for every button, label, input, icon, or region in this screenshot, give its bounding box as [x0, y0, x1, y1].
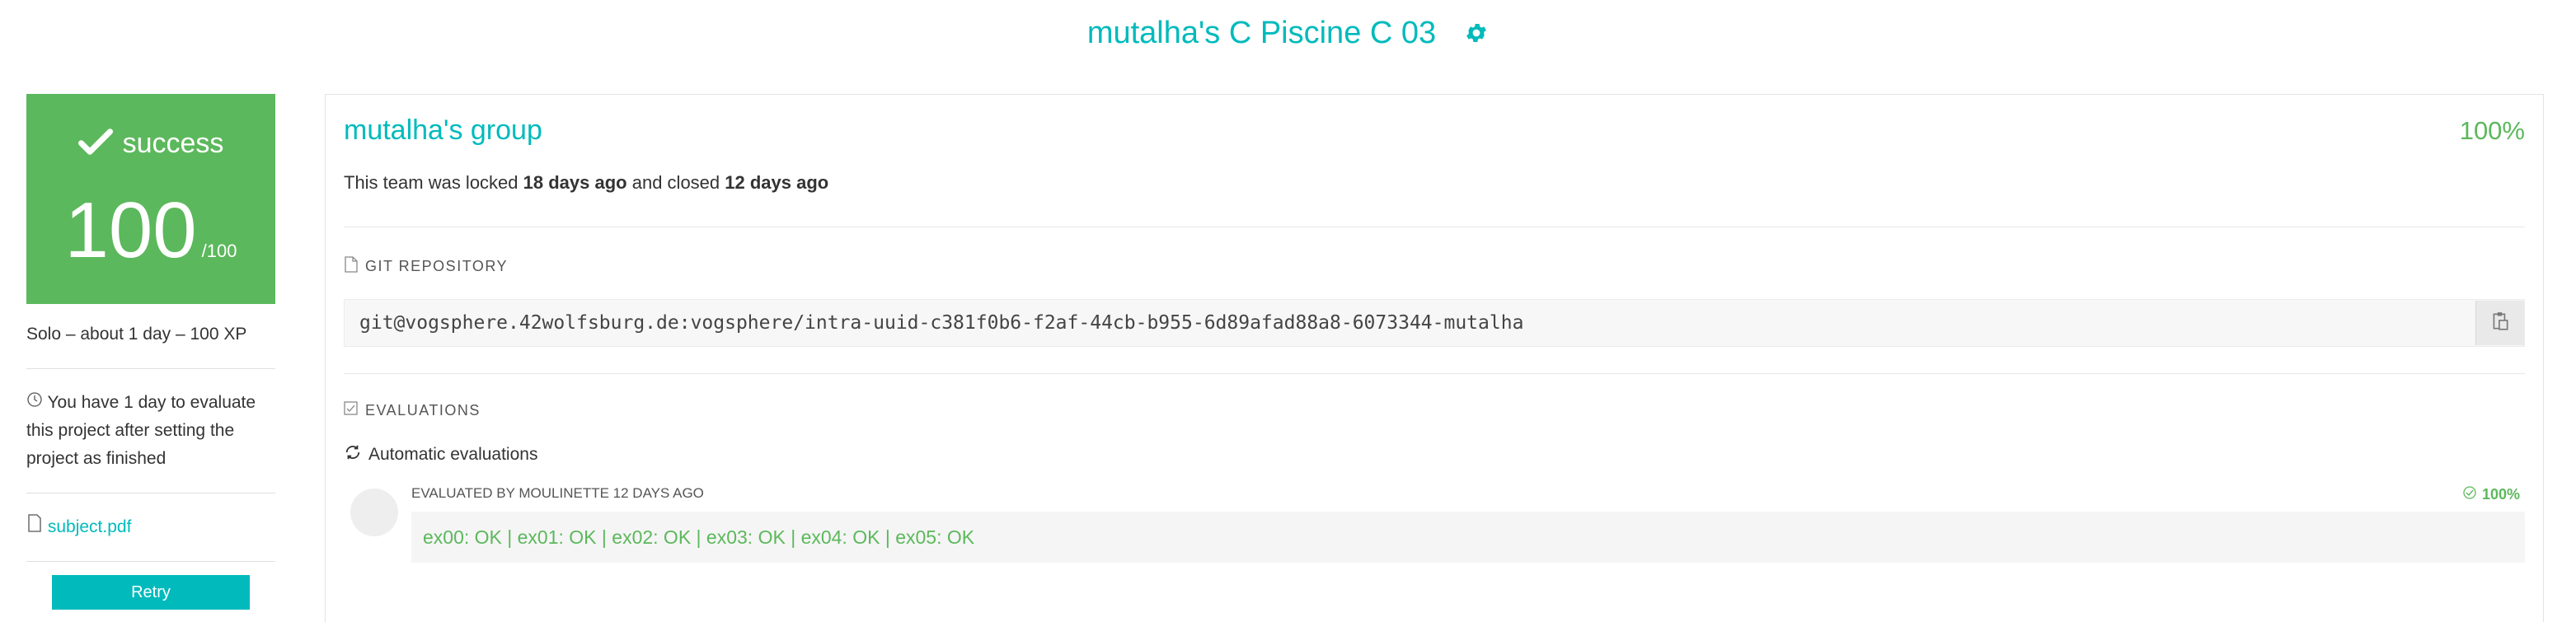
checkbox-icon [344, 401, 359, 420]
final-grade: 100 [64, 186, 197, 274]
page-title: mutalha's C Piscine C 03 [1086, 15, 1437, 50]
divider [344, 373, 2525, 374]
refresh-icon [344, 443, 362, 466]
group-percent: 100% [2459, 115, 2525, 145]
git-section-label: GIT REPOSITORY [365, 258, 509, 274]
evaluation-output-text: ex00: OK | ex01: OK | ex02: OK | ex03: O… [423, 526, 975, 548]
check-circle-icon [2462, 485, 2477, 504]
subject-link[interactable]: subject.pdf [48, 517, 132, 536]
lock-middle: and closed [631, 172, 720, 193]
git-repo-url[interactable]: git@vogsphere.42wolfsburg.de:vogsphere/i… [359, 312, 1523, 334]
file-icon [344, 256, 359, 277]
evaluation-score-value: 100% [2481, 486, 2520, 503]
clipboard-icon [2489, 311, 2511, 336]
evaluation-output: ex00: OK | ex01: OK | ex02: OK | ex03: O… [411, 512, 2525, 563]
status-label: success [122, 128, 224, 159]
status-card: success 100 /100 [26, 94, 275, 304]
closed-ago: 12 days ago [725, 172, 829, 193]
evaluator-meta: EVALUATED BY MOULINETTE 12 DAYS AGO [411, 485, 704, 501]
group-name[interactable]: mutalha's group [344, 115, 542, 147]
clock-icon [26, 392, 47, 412]
evaluations-section-label: EVALUATIONS [365, 402, 481, 419]
evaluation-note-text: You have 1 day to evaluate this project … [26, 393, 256, 468]
subject-row: subject.pdf [26, 493, 275, 562]
automatic-evaluations-label: Automatic evaluations [368, 445, 538, 464]
git-section-header: GIT REPOSITORY [344, 256, 508, 277]
evaluation-score: 100% [2462, 485, 2520, 504]
lock-prefix: This team was locked [344, 172, 518, 193]
sidebar: success 100 /100 Solo – about 1 day – 10… [26, 94, 275, 610]
retry-button[interactable]: Retry [52, 575, 250, 610]
checkmark-icon [77, 127, 113, 161]
evaluations-section-header: EVALUATIONS [344, 401, 481, 420]
grade-max: /100 [201, 241, 237, 261]
automatic-evaluations-header: Automatic evaluations [344, 443, 537, 466]
avatar [350, 489, 398, 536]
gear-icon[interactable] [1464, 21, 1489, 45]
project-meta: Solo – about 1 day – 100 XP [26, 304, 275, 369]
team-lock-status: This team was locked 18 days ago and clo… [344, 172, 828, 194]
copy-button[interactable] [2475, 301, 2524, 345]
git-repo-box: git@vogsphere.42wolfsburg.de:vogsphere/i… [344, 299, 2525, 347]
page-header: mutalha's C Piscine C 03 [0, 0, 2576, 66]
locked-ago: 18 days ago [523, 172, 627, 193]
document-icon [26, 514, 48, 536]
evaluation-note: You have 1 day to evaluate this project … [26, 369, 275, 493]
team-panel: mutalha's group 100% This team was locke… [325, 94, 2544, 622]
